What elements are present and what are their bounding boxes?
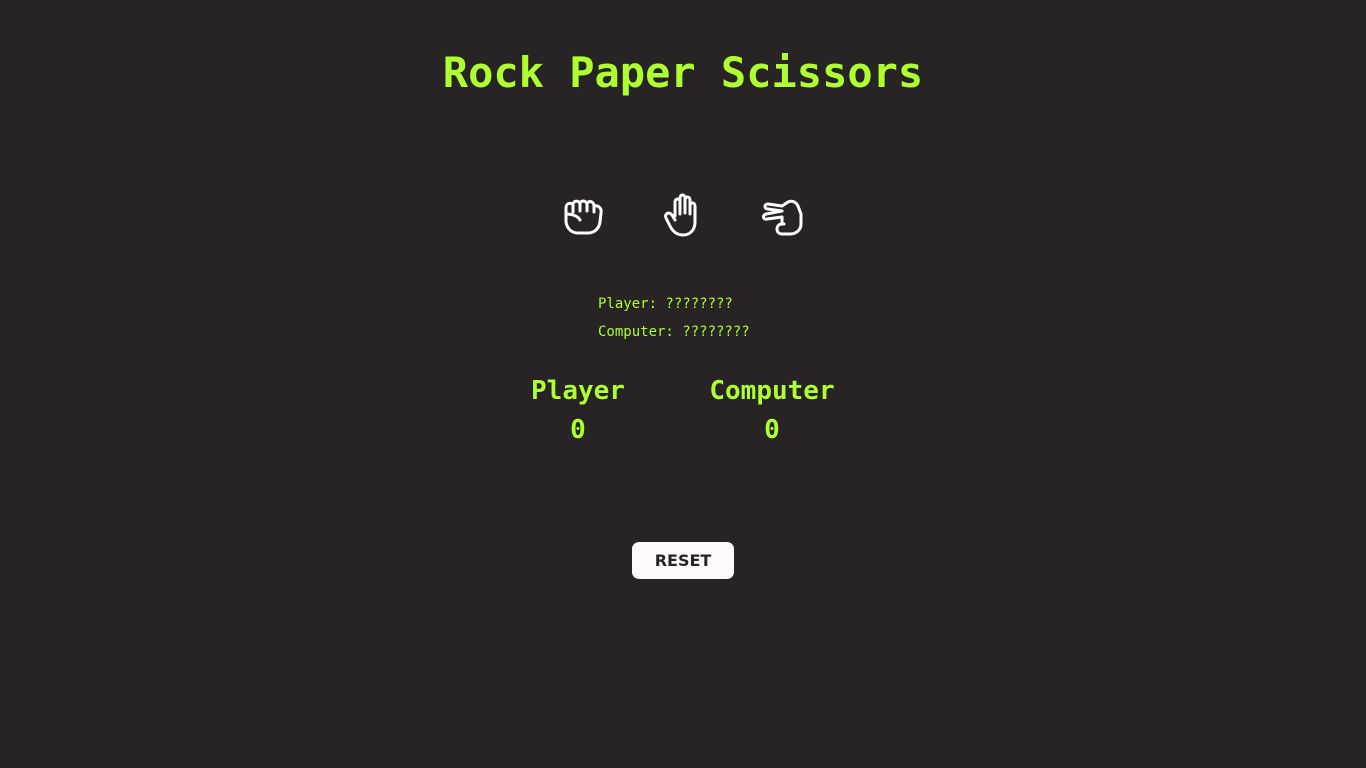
player-score-panel: Player 0 (518, 374, 638, 452)
computer-pick-text: Computer: ???????? (598, 324, 750, 340)
fist-rock-icon (564, 199, 603, 235)
player-score-label: Player (531, 376, 625, 406)
rock-button[interactable] (558, 192, 608, 240)
player-pick-text: Player: ???????? (598, 296, 733, 312)
player-score-value: 0 (570, 415, 586, 445)
picks-panel: Player: ???????? Computer: ???????? (598, 290, 750, 346)
open-hand-paper-icon (664, 193, 697, 237)
computer-score-panel: Computer 0 (702, 374, 842, 452)
reset-button[interactable]: RESET (632, 542, 734, 579)
paper-button[interactable] (658, 192, 708, 240)
game-title: Rock Paper Scissors (442, 48, 924, 97)
computer-score-value: 0 (764, 415, 780, 445)
choice-buttons (558, 192, 808, 240)
computer-score-label: Computer (709, 376, 835, 406)
scissors-button[interactable] (758, 192, 808, 240)
hand-scissors-icon (762, 199, 803, 236)
